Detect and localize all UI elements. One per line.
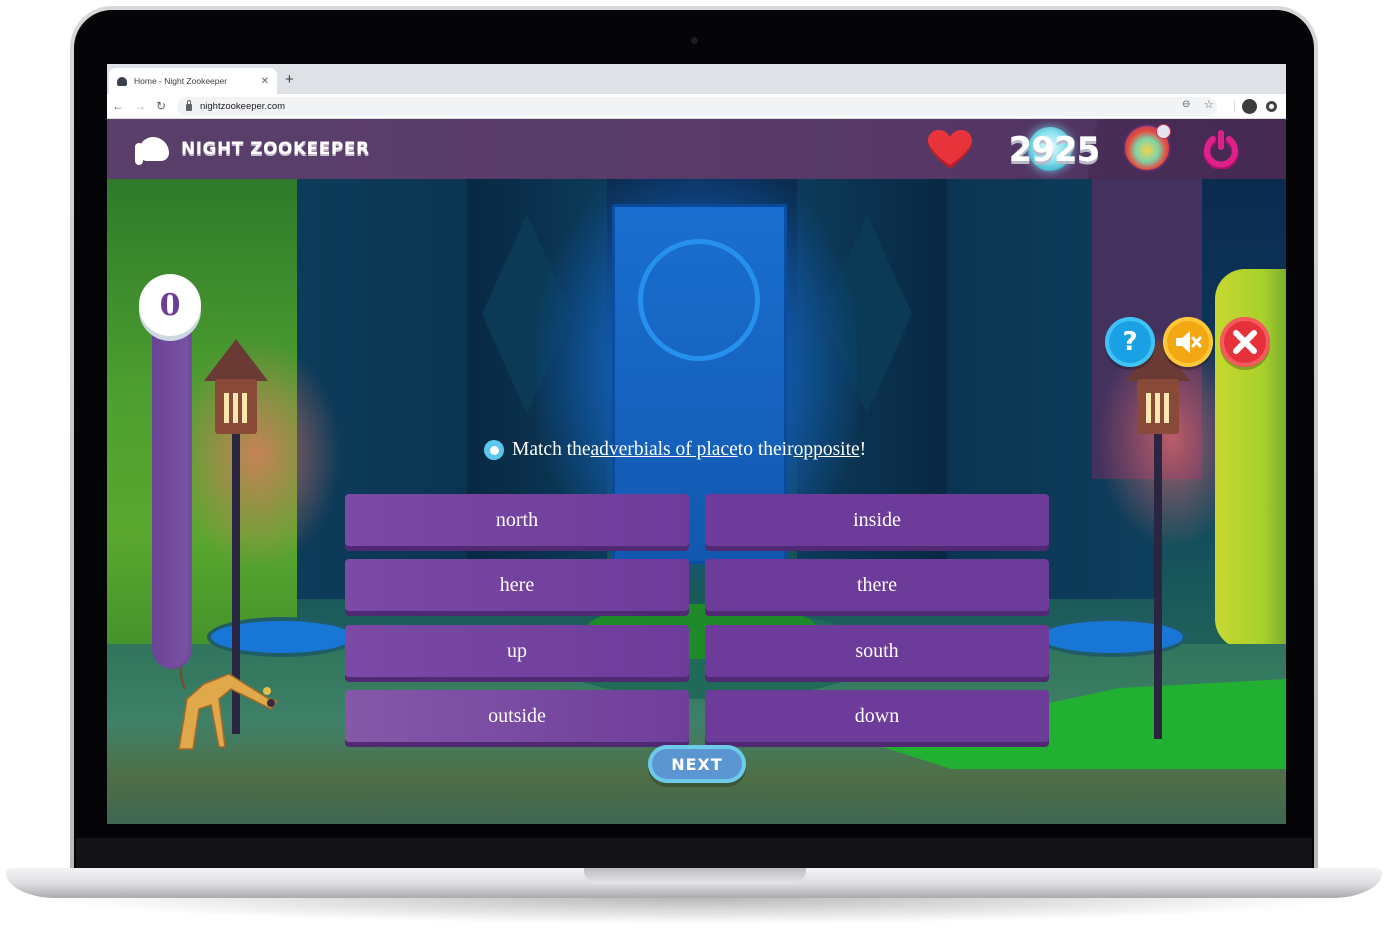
- mute-button[interactable]: [1163, 317, 1213, 367]
- night-zookeeper-logo[interactable]: NIGHT ZOOKEEPER: [135, 133, 370, 165]
- url-text: nightzookeeper.com: [200, 101, 286, 112]
- lantern-roof-left: [204, 339, 268, 381]
- word-card[interactable]: inside: [705, 494, 1049, 546]
- word-card[interactable]: outside: [345, 690, 689, 742]
- address-bar[interactable]: nightzookeeper.com: [177, 97, 1217, 116]
- word-card[interactable]: down: [705, 690, 1049, 742]
- lantern-left-icon: [215, 379, 257, 434]
- read-aloud-icon[interactable]: [484, 440, 504, 460]
- question-mark-icon: ?: [1122, 327, 1138, 357]
- game-area: NIGHT ZOOKEEPER 2925 0 ? Match the adver…: [107, 119, 1286, 824]
- scene-pool-right: [1037, 617, 1187, 657]
- hourglass-emblem-icon: [638, 239, 760, 361]
- screen: Home - Night Zookeeper ✕ + ← → ↻ nightzo…: [107, 64, 1286, 824]
- instruction-part: to their: [737, 439, 794, 460]
- new-tab-button[interactable]: +: [285, 71, 294, 89]
- next-label: NEXT: [671, 754, 723, 774]
- adverbials-of-place-link[interactable]: adverbials of place: [591, 439, 738, 461]
- lock-icon: [186, 100, 192, 111]
- instruction-part: !: [859, 439, 867, 460]
- score-display: 2925: [1002, 127, 1106, 171]
- word-card[interactable]: up: [345, 625, 689, 677]
- tab-title: Home - Night Zookeeper: [134, 76, 228, 86]
- word-card[interactable]: south: [705, 625, 1049, 677]
- counter-value: 0: [159, 287, 181, 323]
- forward-button[interactable]: →: [134, 98, 146, 114]
- browser-tabstrip: Home - Night Zookeeper ✕ +: [107, 64, 1286, 94]
- help-button[interactable]: ?: [1105, 317, 1155, 367]
- browser-tab[interactable]: Home - Night Zookeeper ✕: [109, 68, 277, 94]
- speaker-muted-icon: [1176, 331, 1202, 353]
- elephant-logo-icon: [135, 133, 171, 165]
- lantern-right-icon: [1137, 379, 1179, 434]
- close-game-button[interactable]: [1220, 317, 1270, 367]
- close-x-icon: [1233, 330, 1257, 354]
- logo-text: NIGHT ZOOKEEPER: [181, 139, 370, 159]
- next-button[interactable]: NEXT: [648, 745, 746, 783]
- opposite-link[interactable]: opposite: [794, 439, 860, 461]
- laptop-chin: [76, 838, 1312, 872]
- extension-icon[interactable]: [1266, 101, 1277, 112]
- browser-toolbar: ← → ↻ nightzookeeper.com ⊖ ☆: [107, 94, 1286, 119]
- jungle-temple-scene: 0 ? Match the adverbials of place to the…: [107, 159, 1286, 824]
- uk-flag-badge-icon: [1156, 124, 1171, 139]
- instruction-text: Match the adverbials of place to their o…: [484, 439, 866, 461]
- tab-close-icon[interactable]: ✕: [261, 76, 269, 87]
- game-header: NIGHT ZOOKEEPER 2925: [107, 119, 1286, 179]
- back-button[interactable]: ←: [112, 98, 124, 114]
- score-value: 2925: [1008, 130, 1101, 170]
- elephant-favicon-icon: [117, 76, 127, 86]
- word-card[interactable]: there: [705, 559, 1049, 611]
- power-logout-icon[interactable]: [1201, 129, 1241, 169]
- instruction-part: Match the: [512, 439, 591, 460]
- user-avatar[interactable]: [1123, 124, 1171, 172]
- toolbar-divider: [1234, 100, 1235, 113]
- word-card[interactable]: here: [345, 559, 689, 611]
- word-card[interactable]: north: [345, 494, 689, 546]
- zoom-out-icon[interactable]: ⊖: [1182, 99, 1190, 110]
- bookmark-star-icon[interactable]: ☆: [1204, 98, 1214, 111]
- correct-counter: 0: [139, 274, 201, 336]
- heart-icon[interactable]: [927, 129, 973, 171]
- laptop-notch: [584, 868, 806, 884]
- lantern-post-right: [1154, 434, 1162, 739]
- webcam: [691, 37, 698, 44]
- progress-meter: [152, 279, 192, 669]
- profile-avatar-icon[interactable]: [1242, 99, 1257, 114]
- reload-button[interactable]: ↻: [156, 98, 166, 114]
- laptop-shadow: [40, 898, 1350, 924]
